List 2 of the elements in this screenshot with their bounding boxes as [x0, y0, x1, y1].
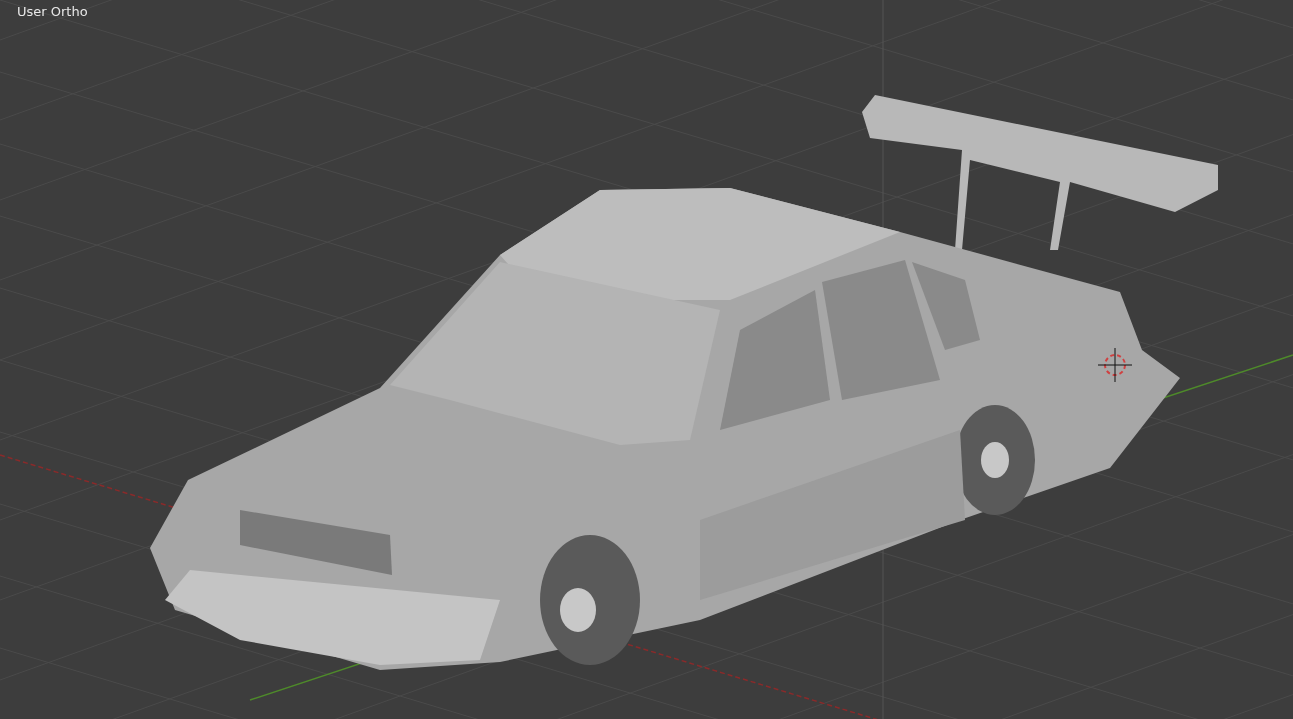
- 3d-cursor-icon: [1097, 347, 1133, 383]
- viewport-label: User Ortho: [17, 4, 88, 19]
